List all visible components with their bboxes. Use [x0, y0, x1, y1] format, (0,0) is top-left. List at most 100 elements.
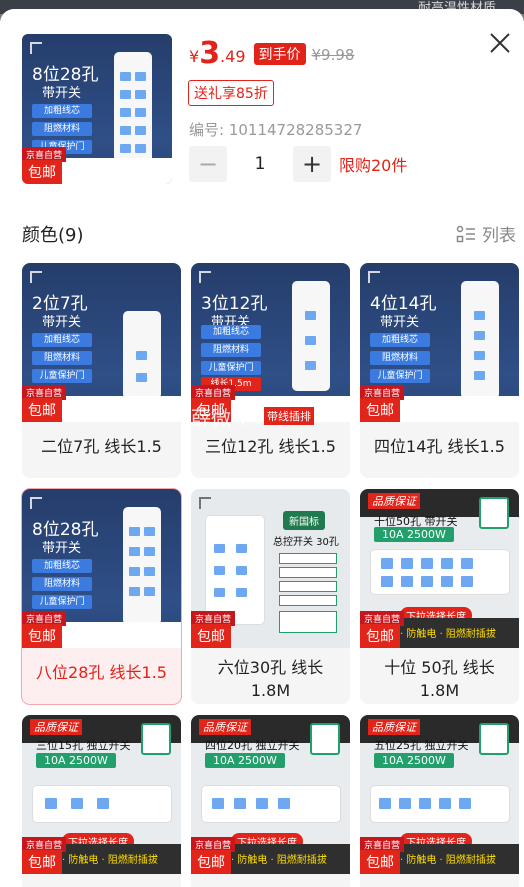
gb-tag: 新国标: [283, 511, 325, 530]
variant-pill: 阻燃材料: [32, 351, 92, 365]
spec-title: 五位25孔 独立开关: [374, 739, 469, 752]
thumb-pill: 阻燃材料: [32, 122, 92, 136]
variant-image: 品质保证 三位15孔 独立开关 10A 2500W 下拉选择长度 · 防触电 ·…: [22, 715, 181, 874]
free-shipping-badge: 包邮: [22, 850, 62, 874]
free-shipping-badge: 包邮: [360, 398, 400, 422]
variant-card[interactable]: 新国标 总控开关 30孔 京喜自营 包邮 六位30孔 线长 1.8M: [191, 489, 350, 704]
list-view-label: 列表: [482, 226, 516, 246]
variant-image: 8位28孔 带开关 加粗线芯 阻燃材料 儿童保护门 京喜自营 包邮: [22, 489, 181, 648]
list-icon: [456, 225, 475, 242]
frame-icon: [30, 271, 42, 283]
free-shipping-badge: 包邮: [360, 850, 400, 874]
spec-rating: 10A 2500W: [36, 753, 116, 768]
spec-title: 四位20孔 独立开关: [205, 739, 300, 752]
free-shipping-badge: 包邮: [191, 624, 231, 648]
variant-pill: 儿童保护门: [201, 361, 261, 375]
variant-pill: 加粗线芯: [32, 559, 92, 573]
spec-rating: 10A 2500W: [374, 753, 454, 768]
variant-image: 3位12孔 带开关 加粗线芯 阻燃材料 儿童保护门 线长1.5m 京喜自营 包邮: [191, 263, 350, 422]
close-icon[interactable]: [488, 31, 512, 55]
decrease-button[interactable]: −: [189, 146, 227, 182]
spec-rating: 10A 2500W: [205, 753, 285, 768]
plug-icon: [141, 723, 171, 755]
free-shipping-badge: 包邮: [22, 624, 62, 648]
frame-icon: [30, 42, 42, 54]
plug-icon: [310, 723, 340, 755]
gb-text: 总控开关 30孔: [273, 537, 339, 548]
variant-image: 品质保证 五位25孔 独立开关 10A 2500W 下拉选择长度 · 防触电 ·…: [360, 715, 519, 874]
price-decimal: .49: [220, 47, 246, 66]
quality-tag: 品质保证: [199, 719, 251, 735]
variant-image-subtitle: 带开关: [42, 541, 82, 556]
price-currency: ¥: [189, 47, 200, 66]
price: ¥ 3 .49: [189, 39, 246, 69]
plug-icon: [479, 723, 509, 755]
variant-pill: 儿童保护门: [370, 369, 430, 383]
frame-icon: [199, 497, 211, 509]
discount-tag[interactable]: 送礼享85折: [188, 80, 274, 106]
variant-label: 六位30孔 线长 1.8M: [217, 658, 324, 700]
frame-icon: [199, 271, 211, 283]
feature-band: · 防触电 · 阻燃耐插拔: [400, 855, 496, 866]
variant-card[interactable]: 品质保证 十位50孔 带开关 10A 2500W 下拉选择长度 · 防触电 · …: [360, 489, 519, 704]
variant-pill: 加粗线芯: [32, 333, 92, 347]
variant-label: 二位7孔 线长1.5: [41, 437, 162, 456]
variant-pill: 加粗线芯: [201, 325, 261, 339]
variant-pill: 阻燃材料: [201, 343, 261, 357]
purchase-limit: 限购20件: [339, 156, 408, 175]
spec-title: 三位15孔 独立开关: [36, 739, 131, 752]
variant-image-subtitle: 带开关: [380, 315, 420, 330]
sku-selector-sheet: 8位28孔 带开关 加粗线芯 阻燃材料 儿童保护门 京喜自营 包邮 ¥ 3 .4…: [0, 9, 524, 887]
free-shipping-badge: 包邮: [22, 160, 62, 184]
quality-tag: 品质保证: [368, 719, 420, 735]
product-image: 8位28孔 带开关 加粗线芯 阻燃材料 儿童保护门 京喜自营 包邮: [22, 34, 172, 184]
price-row: ¥ 3 .49 到手价 ¥9.98: [189, 37, 354, 69]
variant-image: 4位14孔 带开关 加粗线芯 阻燃材料 儿童保护门 京喜自营 包邮: [360, 263, 519, 422]
color-section-title: 颜色(9): [22, 225, 84, 246]
variant-card-selected[interactable]: 8位28孔 带开关 加粗线芯 阻燃材料 儿童保护门 京喜自营 包邮 八位28孔 …: [21, 488, 182, 705]
variant-label: 四位14孔 线长1.5: [374, 437, 505, 456]
variant-pill: 阻燃材料: [32, 577, 92, 591]
quantity-stepper: − 1 + 限购20件: [189, 146, 407, 182]
variant-card[interactable]: 品质保证 四位20孔 独立开关 10A 2500W 下拉选择长度 · 防触电 ·…: [191, 715, 350, 887]
variant-card[interactable]: 4位14孔 带开关 加粗线芯 阻燃材料 儿童保护门 京喜自营 包邮 四位14孔 …: [360, 263, 519, 478]
plug-icon: [479, 497, 509, 529]
list-view-toggle[interactable]: 列表: [456, 221, 516, 246]
variant-image: 品质保证 四位20孔 独立开关 10A 2500W 下拉选择长度 · 防触电 ·…: [191, 715, 350, 874]
free-shipping-badge: 包邮: [22, 398, 62, 422]
variant-image: 2位7孔 带开关 加粗线芯 阻燃材料 儿童保护门 京喜自营 包邮: [22, 263, 181, 422]
variant-label: 八位28孔 线长1.5: [36, 663, 167, 682]
variant-label: 十位 50孔 线长 1.8M: [384, 658, 495, 700]
product-thumbnail[interactable]: 8位28孔 带开关 加粗线芯 阻燃材料 儿童保护门 京喜自营 包邮: [22, 34, 172, 184]
variant-pill: 儿童保护门: [32, 369, 92, 383]
thumb-pill: 加粗线芯: [32, 104, 92, 118]
variant-image-subtitle: 带开关: [42, 315, 82, 330]
variant-card[interactable]: 品质保证 五位25孔 独立开关 10A 2500W 下拉选择长度 · 防触电 ·…: [360, 715, 519, 887]
variant-card[interactable]: 2位7孔 带开关 加粗线芯 阻燃材料 儿童保护门 京喜自营 包邮 二位7孔 线长…: [22, 263, 181, 478]
thumb-subtitle: 带开关: [42, 86, 82, 101]
increase-button[interactable]: +: [293, 146, 331, 182]
frame-icon: [368, 271, 380, 283]
variant-card[interactable]: 品质保证 三位15孔 独立开关 10A 2500W 下拉选择长度 · 防触电 ·…: [22, 715, 181, 887]
variant-pill: 阻燃材料: [370, 351, 430, 365]
price-integer: 3: [199, 36, 221, 71]
spec-rating: 10A 2500W: [374, 527, 454, 542]
free-shipping-badge: 包邮: [360, 624, 400, 648]
frame-icon: [30, 497, 42, 509]
variant-pill: 加粗线芯: [370, 333, 430, 347]
final-price-tag: 到手价: [253, 43, 306, 65]
variant-image: 新国标 总控开关 30孔 京喜自营 包邮: [191, 489, 350, 648]
promo-tag: 带线插排: [264, 407, 314, 425]
power-strip-graphic: [114, 52, 152, 170]
feature-band: · 防触电 · 阻燃耐插拔: [62, 855, 158, 866]
quality-tag: 品质保证: [30, 719, 82, 735]
feature-band: · 防触电 · 阻燃耐插拔: [231, 855, 327, 866]
variant-image: 品质保证 十位50孔 带开关 10A 2500W 下拉选择长度 · 防触电 · …: [360, 489, 519, 648]
variant-pill: 儿童保护门: [32, 595, 92, 609]
quantity-value[interactable]: 1: [227, 154, 293, 174]
variant-card[interactable]: 3位12孔 带开关 加粗线芯 阻燃材料 儿童保护门 线长1.5m 京喜自营 包邮…: [191, 263, 350, 478]
free-shipping-badge: 包邮: [191, 850, 231, 874]
quality-tag: 品质保证: [368, 493, 420, 509]
original-price: ¥9.98: [311, 46, 355, 64]
feature-band: · 防触电 · 阻燃耐插拔: [400, 629, 496, 640]
